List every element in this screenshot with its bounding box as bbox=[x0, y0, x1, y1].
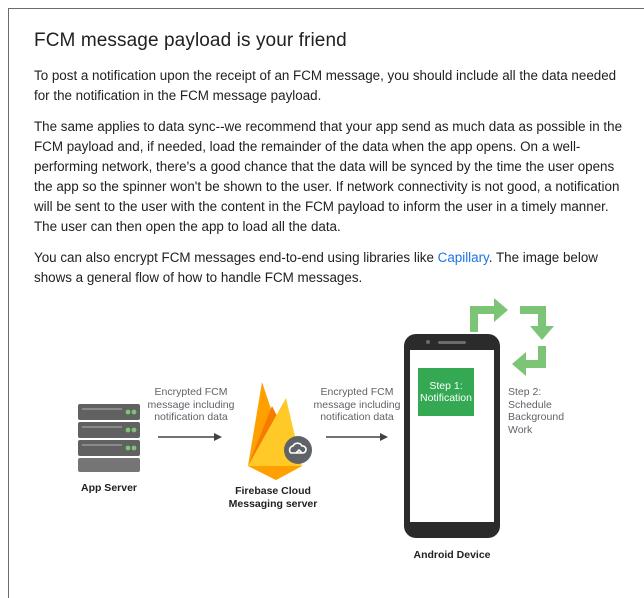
arrow-1-label: Encrypted FCM message including notifica… bbox=[147, 386, 235, 423]
arrow-right-icon bbox=[158, 433, 222, 441]
fcm-flow-diagram: Encrypted FCM message including notifica… bbox=[40, 296, 600, 586]
article: FCM message payload is your friend To po… bbox=[34, 30, 624, 299]
firebase-icon bbox=[248, 382, 312, 480]
paragraph-2: The same applies to data sync--we recomm… bbox=[34, 119, 623, 234]
android-device-label: Android Device bbox=[413, 549, 491, 561]
paragraph-3-text-before: You can also encrypt FCM messages end-to… bbox=[34, 250, 438, 265]
app-server-icon bbox=[78, 404, 140, 472]
step-2-label: Step 2: Schedule Background Work bbox=[508, 386, 565, 436]
fcm-server-label: Firebase Cloud Messaging server bbox=[228, 485, 318, 510]
arrow-right-icon bbox=[326, 433, 388, 441]
arrow-2-label: Encrypted FCM message including notifica… bbox=[313, 386, 401, 423]
app-server-label: App Server bbox=[80, 482, 138, 494]
paragraph-1: To post a notification upon the receipt … bbox=[34, 68, 617, 103]
step-1-notification: Step 1: Notification bbox=[418, 368, 474, 416]
diagram-graphics bbox=[78, 298, 554, 538]
page-title: FCM message payload is your friend bbox=[34, 30, 347, 51]
android-device-icon bbox=[404, 334, 500, 538]
capillary-link[interactable]: Capillary bbox=[438, 250, 489, 265]
paragraph-3: You can also encrypt FCM messages end-to… bbox=[34, 248, 624, 288]
